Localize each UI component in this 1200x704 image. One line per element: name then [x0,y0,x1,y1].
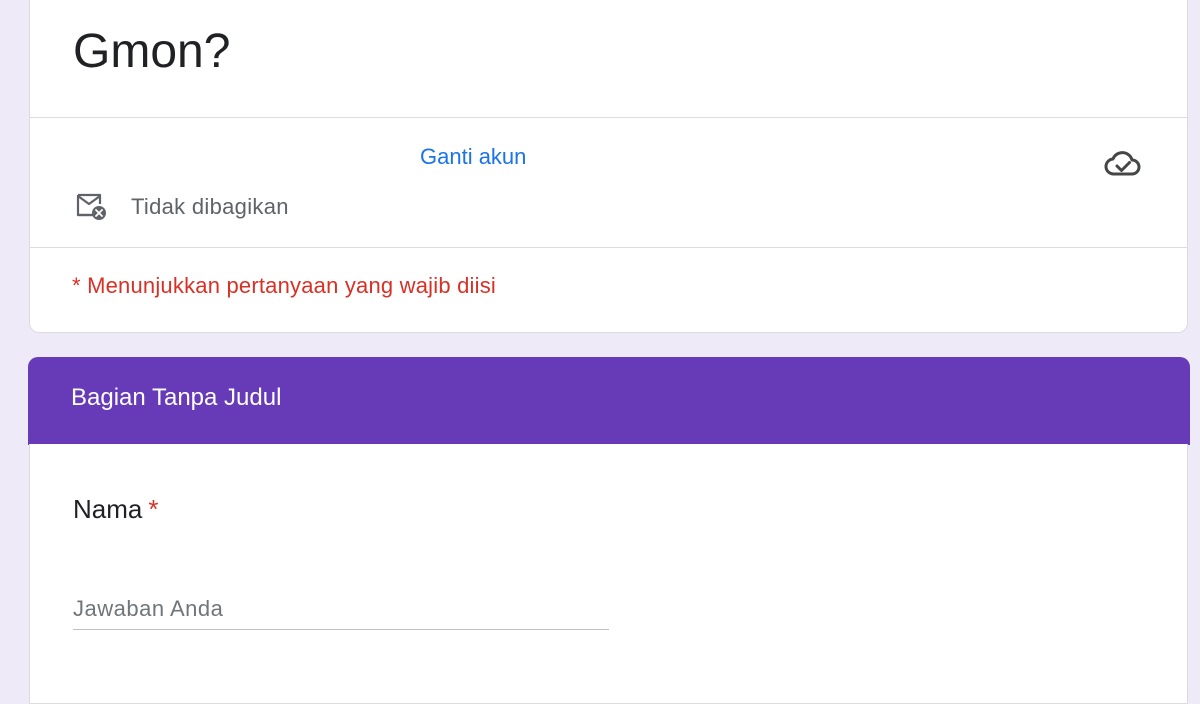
question-card: Nama * [29,444,1188,704]
header-divider-2 [30,247,1187,248]
section-title: Bagian Tanpa Judul [71,384,282,411]
question-label-text: Nama [73,494,143,524]
email-share-status: Tidak dibagikan [131,194,289,219]
answer-text-input[interactable] [73,588,609,630]
header-divider [30,117,1187,118]
form-header-card: Gmon? Ganti akun Tidak dibagikan * Menun… [29,0,1188,333]
question-title: Nama * [73,494,158,525]
required-notice: * Menunjukkan pertanyaan yang wajib diis… [72,273,497,298]
mail-not-shared-icon [76,193,106,220]
section-header: Bagian Tanpa Judul [28,357,1190,445]
cloud-check-icon [1104,151,1141,176]
switch-account-link[interactable]: Ganti akun [420,144,526,170]
form-title: Gmon? [73,25,231,78]
required-asterisk: * [148,494,159,524]
